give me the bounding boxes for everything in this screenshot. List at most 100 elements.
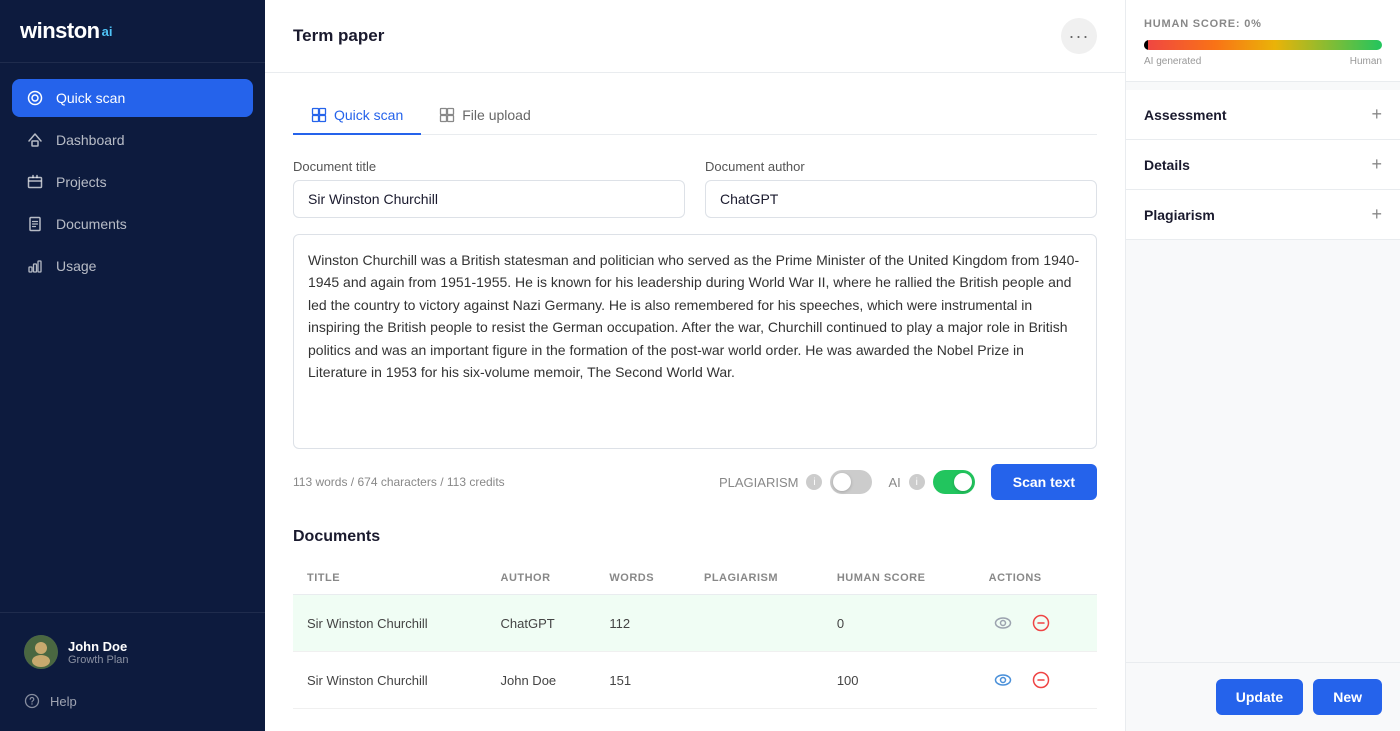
scan-text-button[interactable]: Scan text [991,464,1097,500]
main-content: Term paper ··· Quick scan [265,0,1125,731]
ai-toggle-group: AI i [888,470,974,494]
menu-dots-button[interactable]: ··· [1061,18,1097,54]
sidebar-item-dashboard[interactable]: Dashboard [12,121,253,159]
sidebar-bottom: John Doe Growth Plan Help [0,612,265,731]
tabs-bar: Quick scan File upload [293,97,1097,135]
accordion-plus-icon: + [1371,154,1382,175]
plagiarism-label: PLAGIARISM [719,475,798,490]
col-plagiarism: PLAGIARISM [690,562,823,595]
view-button[interactable] [989,609,1017,637]
accordion-assessment-title: Assessment [1144,107,1227,123]
accordion-assessment-header[interactable]: Assessment + [1126,90,1400,139]
accordion-details-title: Details [1144,157,1190,173]
plagiarism-info-icon[interactable]: i [806,474,822,490]
row-title: Sir Winston Churchill [293,595,487,652]
sidebar-item-label: Projects [56,174,107,190]
action-icons [989,666,1083,694]
new-button[interactable]: New [1313,679,1382,715]
row-author: John Doe [487,652,596,709]
score-right-label: Human [1350,56,1382,67]
score-left-label: AI generated [1144,56,1201,67]
score-endpoints: AI generated Human [1144,56,1382,67]
documents-section: Documents TITLE AUTHOR WORDS PLAGIARISM … [293,528,1097,709]
document-title-input[interactable] [293,180,685,218]
tab-quick-scan[interactable]: Quick scan [293,97,421,135]
sidebar-item-label: Dashboard [56,132,125,148]
delete-button[interactable] [1027,666,1055,694]
sidebar-nav: Quick scan Dashboard Projects [0,63,265,612]
accordion-plagiarism: Plagiarism + [1126,190,1400,240]
sidebar-item-documents[interactable]: Documents [12,205,253,243]
table-row: Sir Winston Churchill ChatGPT 112 0 [293,595,1097,652]
sidebar-item-projects[interactable]: Projects [12,163,253,201]
row-plagiarism [690,652,823,709]
documents-table: TITLE AUTHOR WORDS PLAGIARISM HUMAN SCOR… [293,562,1097,709]
accordion-assessment: Assessment + [1126,90,1400,140]
sidebar-item-quick-scan[interactable]: Quick scan [12,79,253,117]
col-author: AUTHOR [487,562,596,595]
help-link[interactable]: Help [12,683,253,719]
delete-button[interactable] [1027,609,1055,637]
help-label: Help [50,694,77,709]
row-plagiarism [690,595,823,652]
col-human-score: HUMAN SCORE [823,562,975,595]
sidebar-item-label: Quick scan [56,90,125,106]
table-body: Sir Winston Churchill ChatGPT 112 0 [293,595,1097,709]
page-title: Term paper [293,26,384,46]
accordion-plagiarism-header[interactable]: Plagiarism + [1126,190,1400,239]
action-icons [989,609,1083,637]
logo-area: winstonai [0,0,265,63]
accordion-items: Assessment + Details + Plagiarism + [1126,82,1400,662]
scan-footer: 113 words / 674 characters / 113 credits… [293,464,1097,500]
ai-toggle[interactable] [933,470,975,494]
logo-ai-suffix: ai [102,24,113,39]
dashboard-icon [26,131,44,149]
plagiarism-toggle-group: PLAGIARISM i [719,470,872,494]
row-actions [975,652,1097,709]
ai-info-icon[interactable]: i [909,474,925,490]
tab-file-upload[interactable]: File upload [421,97,549,135]
projects-icon [26,173,44,191]
usage-icon [26,257,44,275]
accordion-details: Details + [1126,140,1400,190]
accordion-plagiarism-title: Plagiarism [1144,207,1215,223]
sidebar-item-usage[interactable]: Usage [12,247,253,285]
text-content-area[interactable]: Winston Churchill was a British statesma… [293,234,1097,449]
user-info: John Doe Growth Plan [12,625,253,679]
quick-scan-tab-icon [311,107,327,123]
documents-icon [26,215,44,233]
content-area: Quick scan File upload Document title [265,73,1125,731]
document-author-input[interactable] [705,180,1097,218]
row-human-score: 100 [823,652,975,709]
col-actions: ACTIONS [975,562,1097,595]
accordion-details-header[interactable]: Details + [1126,140,1400,189]
row-words: 112 [595,595,690,652]
score-label: HUMAN SCORE: 0% [1144,18,1382,30]
score-bar [1144,40,1382,50]
document-title-group: Document title [293,159,685,218]
right-panel: HUMAN SCORE: 0% AI generated Human Asses… [1125,0,1400,731]
document-title-label: Document title [293,159,685,174]
row-title: Sir Winston Churchill [293,652,487,709]
document-author-label: Document author [705,159,1097,174]
view-button[interactable] [989,666,1017,694]
row-human-score: 0 [823,595,975,652]
row-words: 151 [595,652,690,709]
update-button[interactable]: Update [1216,679,1303,715]
sidebar-item-label: Usage [56,258,96,274]
table-row: Sir Winston Churchill John Doe 151 100 [293,652,1097,709]
avatar [24,635,58,669]
logo-text: winston [20,18,100,44]
user-name: John Doe [68,639,241,654]
panel-footer: Update New [1126,662,1400,731]
scan-controls: PLAGIARISM i AI i Scan text [719,464,1097,500]
document-author-group: Document author [705,159,1097,218]
col-words: WORDS [595,562,690,595]
row-author: ChatGPT [487,595,596,652]
plagiarism-toggle[interactable] [830,470,872,494]
help-icon [24,693,40,709]
ai-label: AI [888,475,900,490]
row-actions [975,595,1097,652]
tab-label: Quick scan [334,107,403,123]
file-upload-tab-icon [439,107,455,123]
